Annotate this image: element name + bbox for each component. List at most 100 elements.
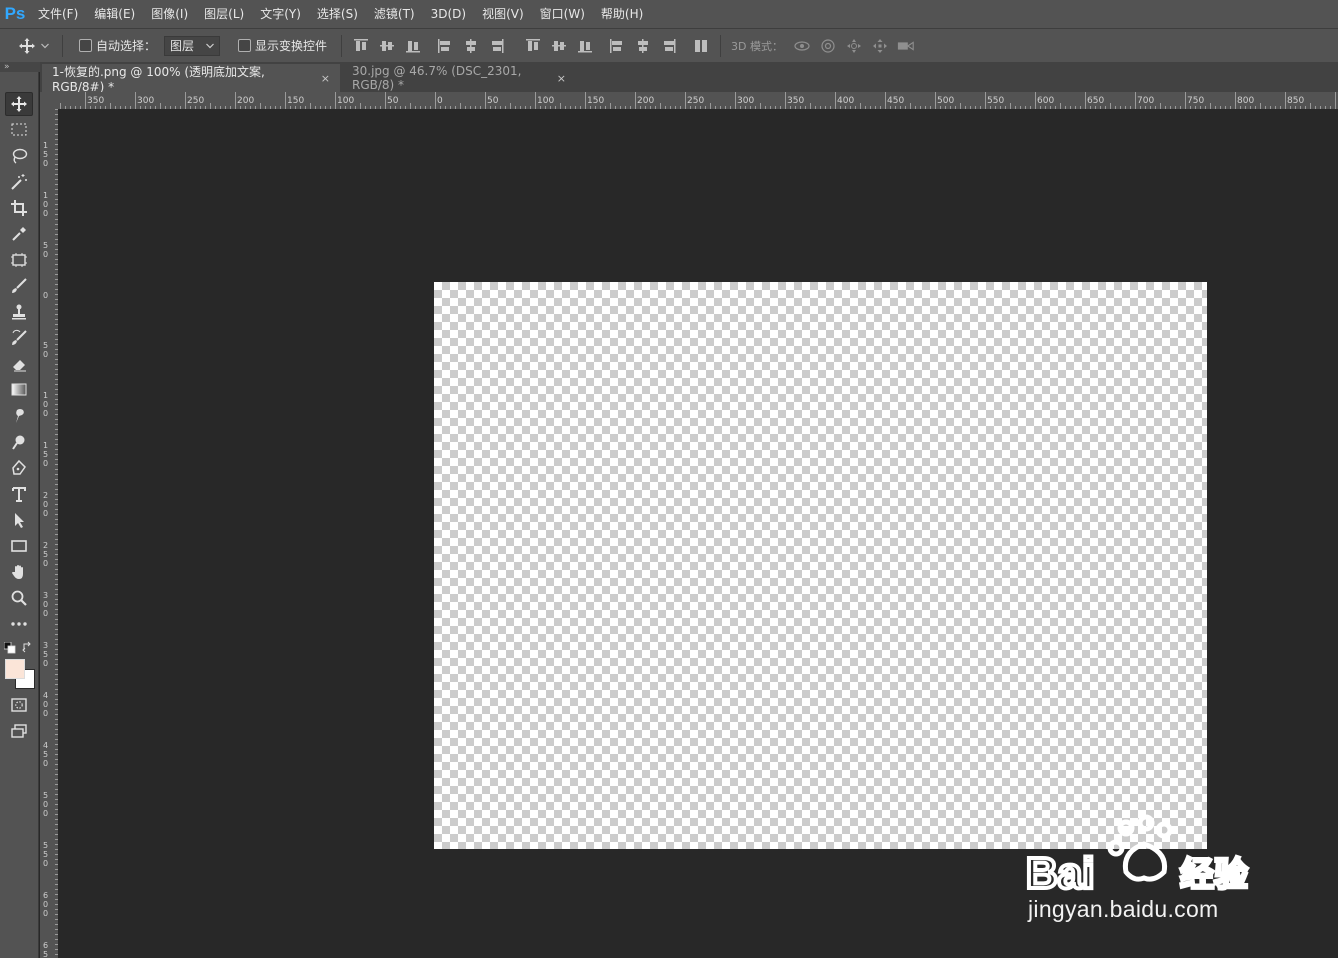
ruler-label: 650 <box>1087 96 1104 106</box>
collapse-panel-icon[interactable]: » <box>4 62 10 72</box>
ruler-label: 500 <box>43 791 48 818</box>
eraser-tool-icon[interactable] <box>5 352 33 376</box>
show-transform-label: 显示变换控件 <box>255 39 328 53</box>
ruler-label: 50 <box>43 241 48 259</box>
gradient-tool-icon[interactable] <box>5 378 33 402</box>
rotate-3d-icon[interactable] <box>793 37 811 55</box>
auto-select-target-value: 图层 <box>170 39 195 53</box>
menu-items: 文件(F) 编辑(E) 图像(I) 图层(L) 文字(Y) 选择(S) 滤镜(T) 3D(D)… <box>30 0 651 28</box>
align-left-icon[interactable] <box>436 37 454 55</box>
chevron-down-icon[interactable] <box>40 37 50 55</box>
ruler-label: 100 <box>43 191 48 218</box>
distribute-top-icon[interactable] <box>524 37 542 55</box>
align-top-icon[interactable] <box>352 37 370 55</box>
align-bottom-icon[interactable] <box>404 37 422 55</box>
type-tool-icon[interactable] <box>5 482 33 506</box>
scale-3d-camera-icon[interactable] <box>897 37 915 55</box>
menu-item-8[interactable]: 视图(V) <box>474 0 532 28</box>
distribute-bottom-icon[interactable] <box>576 37 594 55</box>
stamp-tool-icon[interactable] <box>5 300 33 324</box>
lasso-tool-icon[interactable] <box>5 144 33 168</box>
swap-colors-icon[interactable] <box>22 641 34 653</box>
menu-item-4[interactable]: 文字(Y) <box>252 0 309 28</box>
close-icon[interactable]: × <box>321 72 330 85</box>
distribute-left-icon[interactable] <box>608 37 626 55</box>
ruler-label: 200 <box>43 491 48 518</box>
hand-tool-icon[interactable] <box>5 560 33 584</box>
frame-tool-icon[interactable] <box>5 248 33 272</box>
default-colors-icon[interactable] <box>3 641 16 654</box>
auto-select-label: 自动选择： <box>96 39 157 53</box>
mode-3d-label: 3D 模式： <box>731 39 783 53</box>
quick-mask-icon[interactable] <box>5 693 33 717</box>
toolbox <box>0 72 39 958</box>
transparent-document-canvas[interactable] <box>434 282 1207 849</box>
menu-item-5[interactable]: 选择(S) <box>309 0 366 28</box>
smudge-tool-icon[interactable] <box>5 404 33 428</box>
align-vcenter-icon[interactable] <box>378 37 396 55</box>
pan-3d-icon[interactable] <box>845 37 863 55</box>
menu-item-0[interactable]: 文件(F) <box>30 0 86 28</box>
slide-3d-icon[interactable] <box>871 37 889 55</box>
baidu-jingyan-watermark: Bai 经验 jingyan.baidu.com <box>1022 812 1272 932</box>
photoshop-logo: Ps <box>4 4 26 23</box>
ruler-label: 50 <box>487 96 499 106</box>
menu-item-6[interactable]: 滤镜(T) <box>366 0 423 28</box>
ruler-label: 850 <box>1287 96 1304 106</box>
align-right-icon[interactable] <box>488 37 506 55</box>
distribute-vcenter-icon[interactable] <box>550 37 568 55</box>
ruler-label: 50 <box>387 96 399 106</box>
ruler-label: 700 <box>1137 96 1154 106</box>
ruler-label: 100 <box>337 96 354 106</box>
distribute-hcenter-icon[interactable] <box>634 37 652 55</box>
close-icon[interactable]: × <box>557 72 566 85</box>
menu-item-2[interactable]: 图像(I) <box>143 0 196 28</box>
foreground-color-swatch[interactable] <box>5 659 25 679</box>
ruler-label: 250 <box>43 541 48 568</box>
tab-title: 30.jpg @ 46.7% (DSC_2301, RGB/8) * <box>352 64 522 92</box>
ruler-label: 450 <box>887 96 904 106</box>
distribute-right-icon[interactable] <box>660 37 678 55</box>
tab-document-1[interactable]: 1-恢复的.png @ 100% (透明底加文案, RGB/8#) * × <box>42 64 340 94</box>
ruler-label: 350 <box>87 96 104 106</box>
history-brush-tool-icon[interactable] <box>5 326 33 350</box>
move-tool-preset-icon[interactable] <box>18 37 36 55</box>
ruler-label: 550 <box>987 96 1004 106</box>
menu-item-1[interactable]: 编辑(E) <box>86 0 143 28</box>
magic-wand-tool-icon[interactable] <box>5 170 33 194</box>
path-selection-tool-icon[interactable] <box>5 508 33 532</box>
more-tools-icon[interactable] <box>5 612 33 636</box>
menu-item-10[interactable]: 帮助(H) <box>593 0 651 28</box>
tab-document-2[interactable]: 30.jpg @ 46.7% (DSC_2301, RGB/8) * × <box>342 64 576 92</box>
ruler-label: 150 <box>43 141 48 168</box>
eyedropper-tool-icon[interactable] <box>5 222 33 246</box>
roll-3d-icon[interactable] <box>819 37 837 55</box>
move-tool-icon[interactable] <box>5 92 33 116</box>
zoom-tool-icon[interactable] <box>5 586 33 610</box>
ruler-label: 150 <box>43 441 48 468</box>
pen-tool-icon[interactable] <box>5 456 33 480</box>
screen-mode-icon[interactable] <box>5 719 33 743</box>
vertical-ruler[interactable]: 1501005005010015020025030035040045050055… <box>40 109 58 958</box>
ruler-label: 150 <box>587 96 604 106</box>
menu-item-9[interactable]: 窗口(W) <box>532 0 593 28</box>
menu-item-3[interactable]: 图层(L) <box>196 0 252 28</box>
auto-select-checkbox[interactable] <box>79 39 92 52</box>
ruler-label: 650 <box>43 941 48 958</box>
rectangle-tool-icon[interactable] <box>5 534 33 558</box>
marquee-tool-icon[interactable] <box>5 118 33 142</box>
show-transform-checkbox[interactable] <box>238 39 252 52</box>
align-hcenter-icon[interactable] <box>462 37 480 55</box>
auto-align-icon[interactable] <box>692 37 710 55</box>
dodge-tool-icon[interactable] <box>5 430 33 454</box>
menu-item-7[interactable]: 3D(D) <box>423 0 474 28</box>
ruler-label: 450 <box>43 741 48 768</box>
brush-tool-icon[interactable] <box>5 274 33 298</box>
ruler-label: 350 <box>43 641 48 668</box>
ruler-label: 300 <box>137 96 154 106</box>
ruler-origin[interactable] <box>40 92 58 109</box>
auto-select-target-dropdown[interactable]: 图层 <box>164 35 221 56</box>
horizontal-ruler[interactable]: 350 300 250 200 150 100 50 0 50 100 150 200 250 300 35… <box>58 92 1338 109</box>
ruler-label: 100 <box>43 391 48 418</box>
crop-tool-icon[interactable] <box>5 196 33 220</box>
